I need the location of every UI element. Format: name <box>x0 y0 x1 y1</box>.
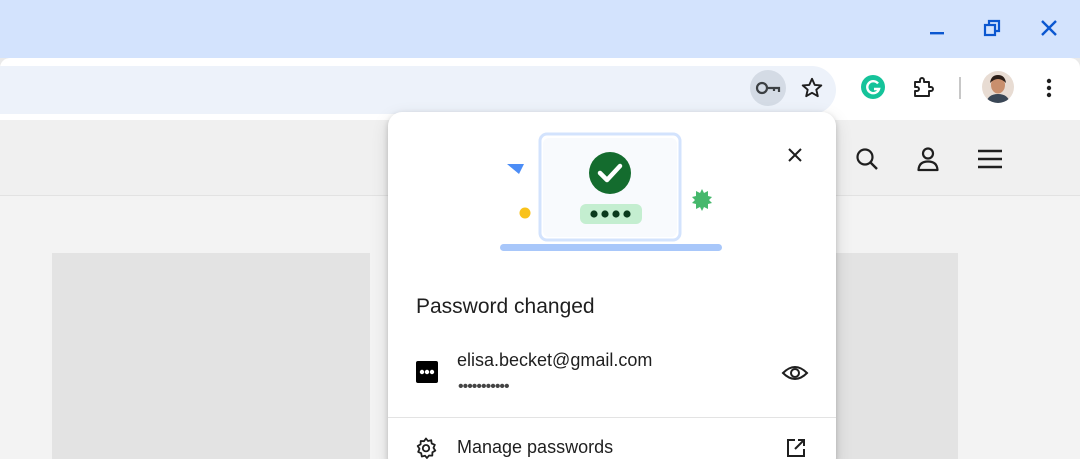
hamburger-menu-icon <box>978 149 1002 169</box>
toolbar-divider <box>959 77 961 99</box>
credential-password-masked: ••••••••••• <box>458 378 510 395</box>
bookmark-star-button[interactable] <box>794 70 830 106</box>
window-titlebar <box>0 0 1080 58</box>
minimize-icon <box>930 32 944 35</box>
open-in-new-icon <box>784 436 808 459</box>
site-favicon-icon <box>416 361 438 383</box>
show-password-button[interactable] <box>778 358 812 388</box>
eye-icon <box>781 366 809 380</box>
content-placeholder <box>836 253 958 459</box>
dialog-divider <box>388 417 836 418</box>
profile-avatar[interactable] <box>982 71 1014 103</box>
manage-passwords-label: Manage passwords <box>457 437 614 457</box>
dialog-title: Password changed <box>416 295 595 318</box>
grammarly-extension-button[interactable] <box>858 72 888 102</box>
dialog-close-button[interactable] <box>780 140 810 170</box>
close-window-button[interactable] <box>1033 12 1065 44</box>
close-icon <box>788 148 802 162</box>
gear-icon <box>414 436 438 459</box>
browser-toolbar <box>0 58 1080 120</box>
search-icon <box>856 148 878 170</box>
restore-button[interactable] <box>976 12 1008 44</box>
extensions-button[interactable] <box>906 70 940 104</box>
more-menu-button[interactable] <box>1034 70 1064 106</box>
site-search-button[interactable] <box>850 142 884 176</box>
profile-avatar-image <box>982 71 1014 103</box>
site-menu-button[interactable] <box>973 142 1007 176</box>
grammarly-extension-icon <box>861 75 885 99</box>
extensions-puzzle-icon <box>914 77 934 97</box>
credential-username: elisa.becket@gmail.com <box>457 350 653 370</box>
account-icon <box>917 147 939 172</box>
saved-credential-row: elisa.becket@gmail.com ••••••••••• <box>388 340 836 406</box>
password-key-button[interactable] <box>750 70 786 106</box>
site-account-button[interactable] <box>911 142 945 176</box>
address-bar[interactable] <box>0 66 836 114</box>
close-icon <box>1041 20 1057 36</box>
manage-passwords-link[interactable]: Manage passwords <box>388 424 836 459</box>
content-placeholder <box>52 253 370 459</box>
key-icon <box>755 81 781 95</box>
minimize-button[interactable] <box>921 12 953 44</box>
password-changed-dialog: Password changed elisa.becket@gmail.com … <box>388 112 836 459</box>
password-changed-illustration <box>500 132 722 251</box>
star-icon <box>801 77 823 98</box>
more-menu-icon <box>1046 78 1052 98</box>
restore-icon <box>983 19 1001 37</box>
